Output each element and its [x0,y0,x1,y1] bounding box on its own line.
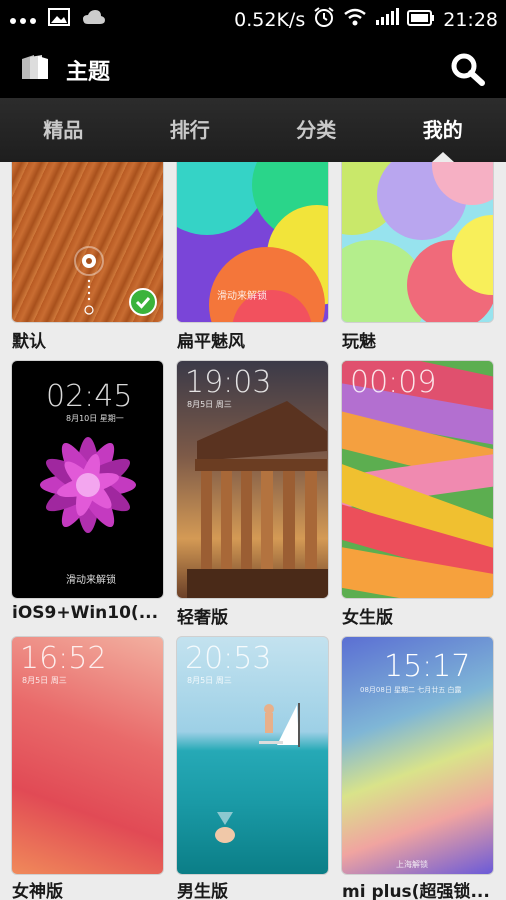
theme-name: 扁平魅风 [177,332,245,352]
theme-card[interactable]: 16:52 8月5日 周三 女神版 [11,636,164,900]
tab-categories[interactable]: 分类 [253,98,380,162]
tab-mine[interactable]: 我的 [380,98,506,162]
image-icon [48,8,70,30]
theme-thumbnail: 02:45 8月10日 星期一 滑动来解锁 [11,360,164,599]
theme-thumbnail: 19:03 8月5日 周三 [176,360,329,599]
theme-thumbnail: 16:52 8月5日 周三 [11,636,164,875]
theme-name: 默认 [12,332,46,352]
active-tab-indicator [431,152,454,162]
page-title: 主题 [66,60,111,85]
selected-check-icon [129,288,157,316]
tab-ranking[interactable]: 排行 [127,98,254,162]
app-bar: 主题 [0,38,506,98]
unlock-hint: 滑动来解锁 [217,291,267,302]
clock-time: 21:28 [443,8,498,31]
temple-art [187,401,328,598]
theme-card[interactable]: 02:45 8月10日 星期一 滑动来解锁 iOS9+Win10(... [11,360,164,623]
theme-card[interactable]: 玩魅 [341,162,494,352]
theme-card[interactable]: 00:09 女生版 [341,360,494,628]
lockscreen-date: 08月08日 星期二 七月廿五 白露 [360,686,462,694]
alarm-icon [313,6,335,33]
lockscreen-clock: 15:17 [384,649,471,684]
battery-icon [407,9,435,31]
theme-card[interactable]: 15:17 08月08日 星期二 七月廿五 白露 上海解锁 mi plus(超强… [341,636,494,900]
lockscreen-date: 8月5日 周三 [22,676,67,685]
theme-thumbnail: 滑动来解锁 [176,162,329,323]
signal-icon [375,8,400,31]
pastel-circles-art [342,162,493,322]
theme-name: 轻奢版 [177,608,228,628]
tab-mine-label: 我的 [422,118,463,142]
unlock-hint: 上海解锁 [396,860,428,869]
theme-name: mi plus(超强锁... [342,882,490,900]
flower-art [40,437,136,533]
theme-name: 女神版 [12,882,63,900]
theme-thumbnail [11,162,164,323]
boy-sea-art [215,703,300,843]
theme-card[interactable]: 20:53 8月5日 周三 男生版 [176,636,329,900]
tab-bar: 精品 排行 分类 我的 [0,98,506,162]
theme-card[interactable]: 默认 [11,162,164,352]
theme-grid: 默认 滑动来解锁 扁平魅风 玩魅 02:45 8月10日 星期一 滑动来解锁 i… [0,162,506,900]
status-bar: 0.52K/s 21:28 [0,0,506,38]
unlock-hint: 滑动来解锁 [66,575,116,586]
network-speed: 0.52K/s [234,8,306,31]
wifi-icon [343,8,367,31]
theme-card[interactable]: 滑动来解锁 扁平魅风 [176,162,329,352]
theme-name: 玩魅 [342,332,376,352]
search-icon[interactable] [450,52,486,90]
lockscreen-clock: 16:52 [20,641,107,676]
theme-name: 女生版 [342,608,393,628]
theme-thumbnail: 15:17 08月08日 星期二 七月廿五 白露 上海解锁 [341,636,494,875]
cloud-icon [82,8,106,30]
tab-featured[interactable]: 精品 [0,98,127,162]
theme-thumbnail: 00:09 [341,360,494,599]
theme-thumbnail [341,162,494,323]
theme-name: iOS9+Win10(... [12,603,159,623]
lockscreen-clock: 00:09 [350,365,437,400]
theme-thumbnail: 20:53 8月5日 周三 [176,636,329,875]
theme-name: 男生版 [177,882,228,900]
theme-card[interactable]: 19:03 8月5日 周三 轻奢版 [176,360,329,628]
more-dots-icon [10,10,36,29]
theme-app-icon [20,53,50,85]
